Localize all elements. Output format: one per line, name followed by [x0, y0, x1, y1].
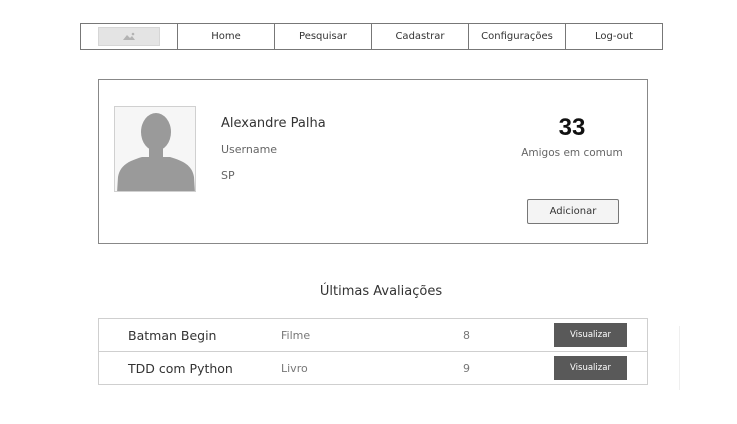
- profile-card: Alexandre Palha Username SP 33 Amigos em…: [98, 79, 648, 244]
- nav-pesquisar[interactable]: Pesquisar: [274, 24, 371, 49]
- review-title: TDD com Python: [128, 360, 233, 376]
- mutual-friends-label: Amigos em comum: [521, 147, 623, 159]
- top-navigation: Home Pesquisar Cadastrar Configurações L…: [80, 23, 663, 50]
- review-type: Livro: [281, 361, 308, 375]
- nav-configuracoes[interactable]: Configurações: [468, 24, 565, 49]
- nav-cadastrar[interactable]: Cadastrar: [371, 24, 468, 49]
- logo-placeholder: [98, 27, 160, 46]
- reviews-table: Batman Begin Filme 8 Visualizar TDD com …: [98, 318, 648, 385]
- profile-username: Username: [221, 143, 278, 156]
- mutual-friends-count: 33: [558, 114, 586, 141]
- table-row: TDD com Python Livro 9 Visualizar: [99, 351, 647, 384]
- view-button[interactable]: Visualizar: [554, 323, 627, 347]
- reviews-title: Últimas Avaliações: [319, 284, 443, 299]
- review-type: Filme: [281, 328, 311, 342]
- avatar: [114, 106, 196, 192]
- nav-logo[interactable]: [81, 24, 177, 49]
- user-silhouette-icon: [117, 113, 195, 191]
- review-title: Batman Begin: [128, 327, 217, 343]
- profile-name: Alexandre Palha: [221, 116, 326, 131]
- review-score: 8: [463, 328, 470, 342]
- image-placeholder-icon: [123, 32, 135, 40]
- divider: [679, 326, 680, 390]
- nav-logout[interactable]: Log-out: [565, 24, 662, 49]
- nav-home[interactable]: Home: [177, 24, 274, 49]
- profile-state: SP: [221, 169, 235, 182]
- add-friend-button[interactable]: Adicionar: [527, 199, 619, 224]
- table-row: Batman Begin Filme 8 Visualizar: [99, 319, 647, 351]
- view-button[interactable]: Visualizar: [554, 356, 627, 380]
- review-score: 9: [463, 361, 470, 375]
